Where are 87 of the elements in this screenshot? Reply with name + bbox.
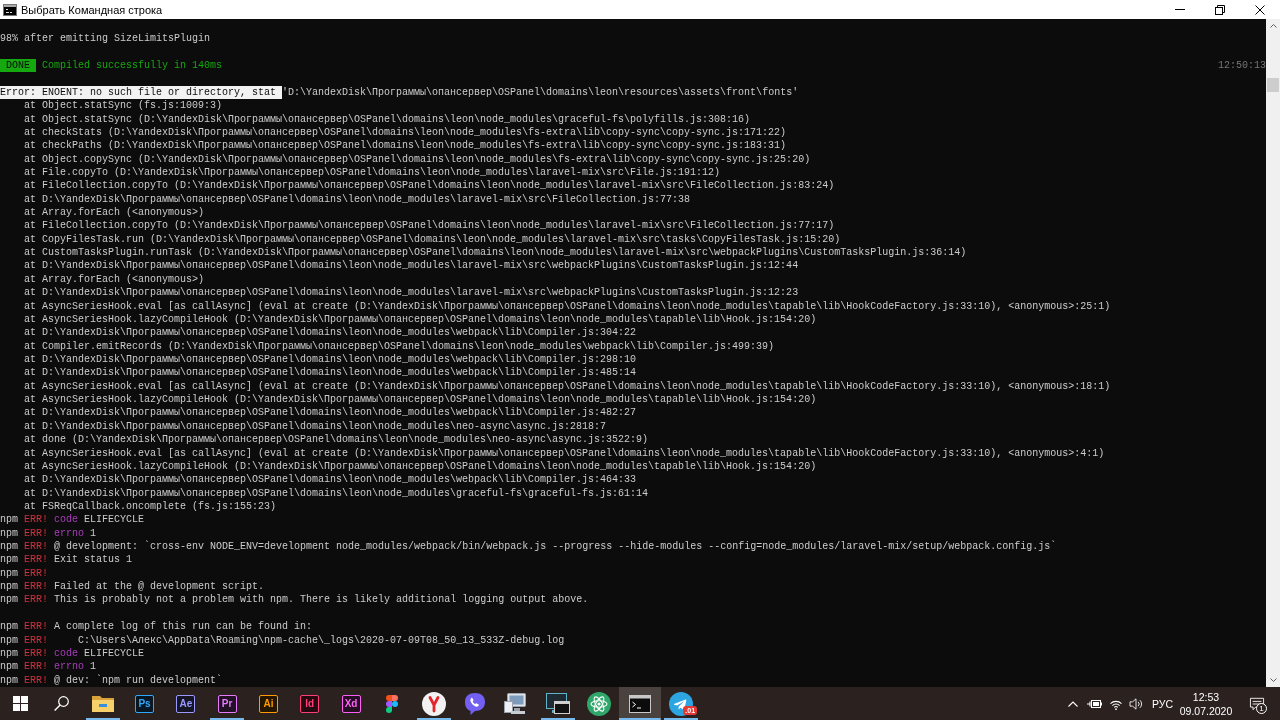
- log-line: at AsyncSeriesHook.eval [as callAsync] (eval at create (D:\YandexDisk\Программы\опансервер\OSPanel\domains\leon\node_modules\tapable\lib\HookCodeFactory.js:33:10), <anonymous>:18:1): [24, 379, 1111, 394]
- atom-icon: [586, 691, 611, 716]
- monitor-icon: [545, 692, 570, 715]
- taskbar-app-button[interactable]: Id: [289, 687, 331, 720]
- log-line: npm ERR! @ dev: `npm run development`: [0, 673, 223, 687]
- log-line: npm ERR! errno 1: [0, 526, 97, 540]
- chevron-up-icon[interactable]: [1067, 700, 1078, 707]
- log-line: npm ERR! This is probably not a problem with npm. There is likely additional logging output above.: [0, 593, 589, 607]
- log-line: at Compiler.emitRecords (D:\YandexDisk\Программы\опансервер\OSPanel\domains\leon\node_modules\webpack\lib\Compiler.js:499:39): [24, 339, 775, 353]
- log-line: npm ERR! A complete log of this run can be found in:: [0, 620, 313, 634]
- computer-icon: [504, 692, 529, 715]
- windows-logo-icon: [13, 696, 29, 711]
- log-line: Compiled successfully in 140ms: [42, 59, 223, 73]
- clock[interactable]: 12:53 09.07.2020: [1179, 689, 1233, 718]
- log-line: at D:\YandexDisk\Программы\опансервер\OSPanel\domains\leon\node_modules\webpack\lib\Compiler.js:482:27: [24, 406, 637, 420]
- log-line: npm ERR! errno 1: [0, 660, 97, 674]
- log-line: at D:\YandexDisk\Программы\опансервер\OSPanel\domains\leon\node_modules\webpack\lib\Compiler.js:304:22: [24, 326, 637, 340]
- language-indicator[interactable]: РУС: [1151, 697, 1173, 710]
- log-line: at checkStats (D:\YandexDisk\Программы\опансервер\OSPanel\domains\leon\node_modules\fs-extra\lib\copy-sync\copy-sync.js:171:22): [24, 125, 787, 140]
- log-line: npm ERR! code ELIFECYCLE: [0, 646, 145, 661]
- taskbar-app-button[interactable]: Ai: [247, 687, 290, 720]
- log-line: at Object.statSync (fs.js:1009:3): [24, 99, 223, 113]
- log-line: at D:\YandexDisk\Программы\опансервер\OSPanel\domains\leon\node_modules\laravel-mix\src\FileCollection.js:77:38: [24, 192, 691, 207]
- search-icon: [54, 696, 70, 711]
- notification-count-badge: 1: [1256, 703, 1267, 714]
- selected-text: Error: ENOENT: no such file or directory, stat: [0, 85, 283, 100]
- log-line: npm ERR! code ELIFECYCLE: [0, 513, 145, 527]
- taskbar-app-button[interactable]: [619, 687, 661, 720]
- log-line: at AsyncSeriesHook.lazyCompileHook (D:\YandexDisk\Программы\опансервер\OSPanel\domains\leon\node_modules\tapable\lib\Hook.js:154:20): [24, 459, 817, 474]
- log-line: at D:\YandexDisk\Программы\опансервер\OSPanel\domains\leon\node_modules\webpack\lib\Compiler.js:464:33: [24, 473, 637, 487]
- log-line: at AsyncSeriesHook.eval [as callAsync] (eval at create (D:\YandexDisk\Программы\опансервер\OSPanel\domains\leon\node_modules\tapable\lib\HookCodeFactory.js:33:10), <anonymous>:4:1): [24, 446, 1105, 460]
- notification-button[interactable]: 1: [1233, 687, 1280, 720]
- timestamp: 12:50:13: [1218, 59, 1266, 73]
- y-logo-icon: [421, 691, 446, 716]
- scrollbar-thumb[interactable]: [1267, 78, 1279, 92]
- log-line: at done (D:\YandexDisk\Программы\опансервер\OSPanel\domains\leon\node_modules\neo-async\async.js:3522:9): [24, 433, 649, 447]
- app-logo-tile: Ai: [258, 694, 278, 713]
- log-line: 98% after emitting SizeLimitsPlugin: [0, 32, 211, 46]
- chevron-down-icon: [1269, 678, 1277, 682]
- log-line: npm ERR! Failed at the @ development script.: [0, 580, 265, 594]
- terminal-icon: [3, 3, 17, 16]
- log-line: at AsyncSeriesHook.lazyCompileHook (D:\YandexDisk\Программы\опансервер\OSPanel\domains\leon\node_modules\tapable\lib\Hook.js:154:20): [24, 393, 817, 407]
- log-line: at AsyncSeriesHook.lazyCompileHook (D:\YandexDisk\Программы\опансервер\OSPanel\domains\leon\node_modules\tapable\lib\Hook.js:154:20): [24, 312, 817, 327]
- log-line: 'D:\YandexDisk\Программы\опансервер\OSPanel\domains\leon\resources\assets\front\fonts': [282, 85, 799, 100]
- folder-icon: [91, 693, 116, 714]
- log-line: npm ERR!: [0, 566, 49, 581]
- notification-icon: [1248, 696, 1265, 711]
- app-logo-tile: Pr: [217, 694, 237, 713]
- volume-icon[interactable]: [1128, 697, 1143, 710]
- colored-shapes-icon: [386, 694, 399, 713]
- phone-bubble-icon: [463, 692, 486, 715]
- log-line: at D:\YandexDisk\Программы\опансервер\OSPanel\domains\leon\node_modules\webpack\lib\Compiler.js:485:14: [24, 366, 637, 380]
- window-title: Выбрать Командная строка: [21, 3, 163, 16]
- taskbar-app-button[interactable]: Xd: [330, 687, 372, 720]
- log-line: at D:\YandexDisk\Программы\опансервер\OSPanel\domains\leon\node_modules\graceful-fs\graceful-fs.js:61:14: [24, 486, 649, 500]
- log-line: npm ERR! @ development: `cross-env NODE_ENV=development node_modules/webpack/bin/webpack.js --progress --hide-modules --config=node_modules/laravel-mix/setup/webpack.config.js`: [0, 540, 1057, 554]
- taskbar-app-button[interactable]: Ps: [123, 687, 166, 720]
- log-line: at Object.copySync (D:\YandexDisk\Программы\опансервер\OSPanel\domains\leon\node_modules\fs-extra\lib\copy-sync\copy-sync.js:25:20): [24, 152, 811, 166]
- close-icon: [1255, 4, 1265, 15]
- app-logo-tile: Xd: [341, 694, 361, 713]
- battery-icon[interactable]: [1086, 698, 1102, 709]
- log-line: at AsyncSeriesHook.eval [as callAsync] (eval at create (D:\YandexDisk\Программы\опансервер\OSPanel\domains\leon\node_modules\tapable\lib\HookCodeFactory.js:33:10), <anonymous>:25:1): [24, 299, 1111, 313]
- log-line: at Object.statSync (D:\YandexDisk\Программы\опансервер\OSPanel\domains\leon\node_modules\graceful-fs\polyfills.js:308:16): [24, 112, 751, 126]
- log-line: at D:\YandexDisk\Программы\опансервер\OSPanel\domains\leon\node_modules\laravel-mix\src\webpackPlugins\CustomTasksPlugin.js:12:23: [24, 286, 799, 300]
- app-logo-tile: Id: [300, 694, 320, 713]
- log-line: npm ERR! C:\Users\Алекс\AppData\Roaming\npm-cache\_logs\2020-07-09T08_50_13_533Z-debug.log: [0, 633, 565, 647]
- terminal-icon: [629, 694, 652, 713]
- log-line: at Array.forEach (<anonymous>): [24, 272, 205, 287]
- chevron-up-icon: [1269, 24, 1277, 28]
- log-line: at D:\YandexDisk\Программы\опансервер\OSPanel\domains\leon\node_modules\laravel-mix\src\webpackPlugins\CustomTasksPlugin.js:12:44: [24, 259, 799, 273]
- log-line: at CustomTasksPlugin.runTask (D:\YandexDisk\Программы\опансервер\OSPanel\domains\leon\node_modules\laravel-mix\src\webpackPlugins\CustomTasksPlugin.js:36:14): [24, 246, 967, 260]
- status-badge: DONE: [0, 59, 36, 73]
- log-line: at CopyFilesTask.run (D:\YandexDisk\Программы\опансервер\OSPanel\domains\leon\node_modules\laravel-mix\src\tasks\CopyFilesTask.js:15:20): [24, 232, 841, 247]
- log-line: at FileCollection.copyTo (D:\YandexDisk\Программы\опансервер\OSPanel\domains\leon\node_modules\laravel-mix\src\FileCollection.js:77:17): [24, 219, 835, 233]
- app-logo-tile: Ae: [176, 694, 196, 713]
- log-line: at FSReqCallback.oncomplete (fs.js:155:23): [24, 499, 277, 514]
- minimize-icon: [1175, 9, 1185, 10]
- log-line: npm ERR! Exit status 1: [0, 553, 133, 567]
- log-line: at Array.forEach (<anonymous>): [24, 206, 205, 220]
- taskbar-app-button[interactable]: Ae: [165, 687, 207, 720]
- log-line: at File.copyTo (D:\YandexDisk\Программы\опансервер\OSPanel\domains\leon\node_modules\laravel-mix\src\File.js:191:12): [24, 165, 721, 180]
- app-logo-tile: Ps: [135, 694, 155, 713]
- log-line: at D:\YandexDisk\Программы\опансервер\OSPanel\domains\leon\node_modules\webpack\lib\Compiler.js:298:10: [24, 353, 637, 367]
- log-line: at FileCollection.copyTo (D:\YandexDisk\Программы\опансервер\OSPanel\domains\leon\node_modules\laravel-mix\src\FileCollection.js:83:24): [24, 179, 835, 193]
- restore-icon: [1215, 4, 1225, 15]
- log-line: at checkPaths (D:\YandexDisk\Программы\опансервер\OSPanel\domains\leon\node_modules\fs-extra\lib\copy-sync\copy-sync.js:183:31): [24, 139, 787, 153]
- log-line: at D:\YandexDisk\Программы\опансервер\OSPanel\domains\leon\node_modules\neo-async\async.js:2818:7: [24, 419, 607, 434]
